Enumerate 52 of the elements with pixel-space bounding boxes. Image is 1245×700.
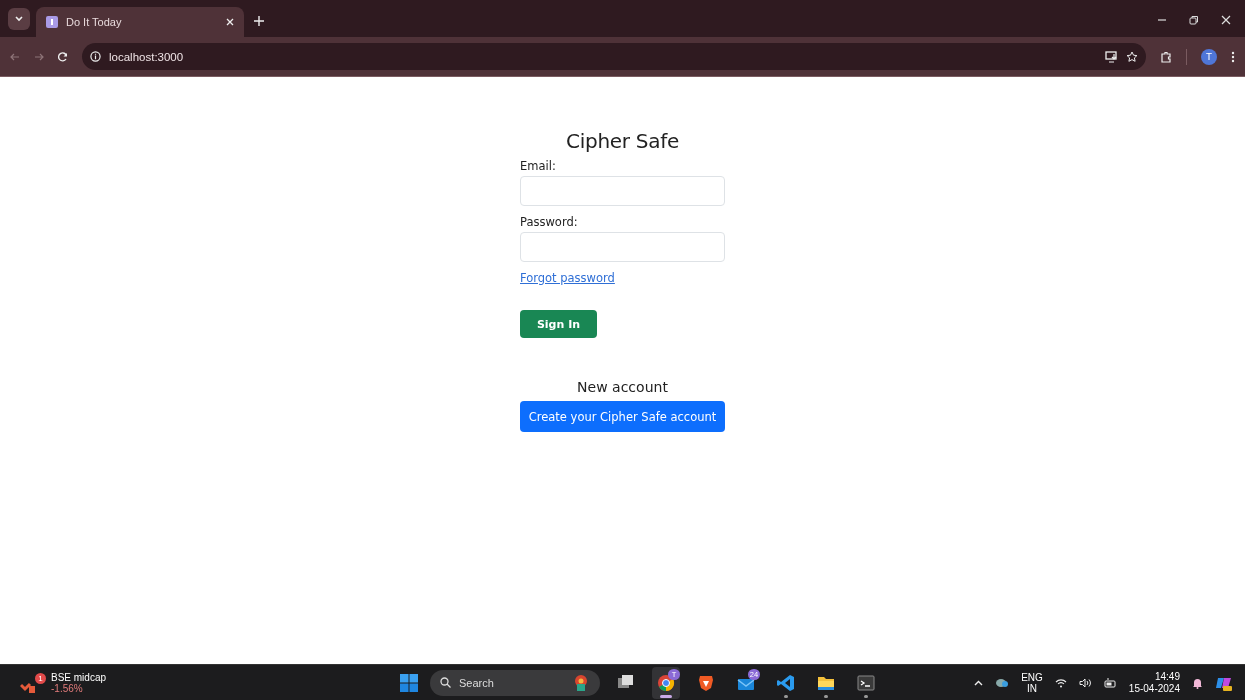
code-editor-icon: [776, 672, 796, 693]
restore-icon[interactable]: [1189, 15, 1199, 25]
sign-in-button[interactable]: Sign In: [520, 310, 597, 338]
close-icon[interactable]: [1221, 15, 1231, 25]
wifi-icon[interactable]: [1054, 677, 1067, 688]
cloud-icon[interactable]: [995, 677, 1010, 688]
page-title: Cipher Safe: [565, 129, 680, 153]
date-text: 15-04-2024: [1128, 682, 1180, 695]
browser-tab[interactable]: Do It Today: [36, 7, 244, 37]
profile-avatar[interactable]: T: [1201, 48, 1217, 65]
forward-arrow-icon[interactable]: [34, 51, 44, 62]
back-arrow-icon[interactable]: [10, 51, 20, 62]
widget-title: BSE midcap: [51, 671, 107, 683]
search-placeholder: Search: [459, 676, 495, 689]
close-icon[interactable]: [226, 18, 234, 26]
clock[interactable]: 14:49 15-04-2024: [1128, 670, 1180, 695]
tab-search-button[interactable]: [8, 8, 30, 30]
stock-change: -1.56%: [51, 682, 83, 694]
reload-icon[interactable]: [58, 51, 68, 62]
chevron-up-icon[interactable]: [974, 679, 984, 686]
search-icon: [440, 677, 451, 688]
language-code: ENG: [1021, 671, 1043, 683]
battery-icon[interactable]: [1103, 677, 1117, 688]
url-text: localhost:3000: [109, 50, 185, 63]
field-label: Email:: [520, 159, 557, 173]
field-label: Password:: [520, 215, 579, 229]
terminal-icon: [856, 672, 876, 693]
time-text: 14:49: [1154, 670, 1180, 683]
start-icon[interactable]: [400, 673, 418, 692]
tab-title: Do It Today: [66, 16, 123, 28]
search-field[interactable]: Search: [430, 669, 600, 696]
input-field[interactable]: [520, 176, 725, 206]
install-app-icon[interactable]: [1105, 50, 1118, 63]
input-field[interactable]: [520, 232, 725, 262]
plus-icon[interactable]: [254, 16, 264, 26]
create-account-button[interactable]: Create your Cipher Safe account: [520, 401, 725, 432]
section-heading: New account: [576, 379, 669, 395]
more-options-icon[interactable]: [1231, 50, 1235, 63]
puzzle-icon[interactable]: [1160, 50, 1172, 63]
region-code: IN: [1027, 682, 1037, 694]
decorative-figure-icon: [572, 673, 590, 692]
chrome-icon: [656, 672, 676, 693]
star-icon[interactable]: [1126, 50, 1138, 63]
info-icon: [90, 51, 101, 62]
speaker-icon[interactable]: [1078, 677, 1092, 688]
favicon-icon: [46, 16, 58, 28]
bell-icon[interactable]: [1192, 676, 1203, 689]
chevron-down-icon: [15, 16, 23, 22]
address-bar[interactable]: localhost:3000: [82, 43, 1146, 70]
notification-badge: 1: [35, 672, 46, 684]
forgot-password-link[interactable]: Forgot password: [520, 271, 615, 285]
language-indicator[interactable]: ENG IN: [1021, 671, 1043, 694]
